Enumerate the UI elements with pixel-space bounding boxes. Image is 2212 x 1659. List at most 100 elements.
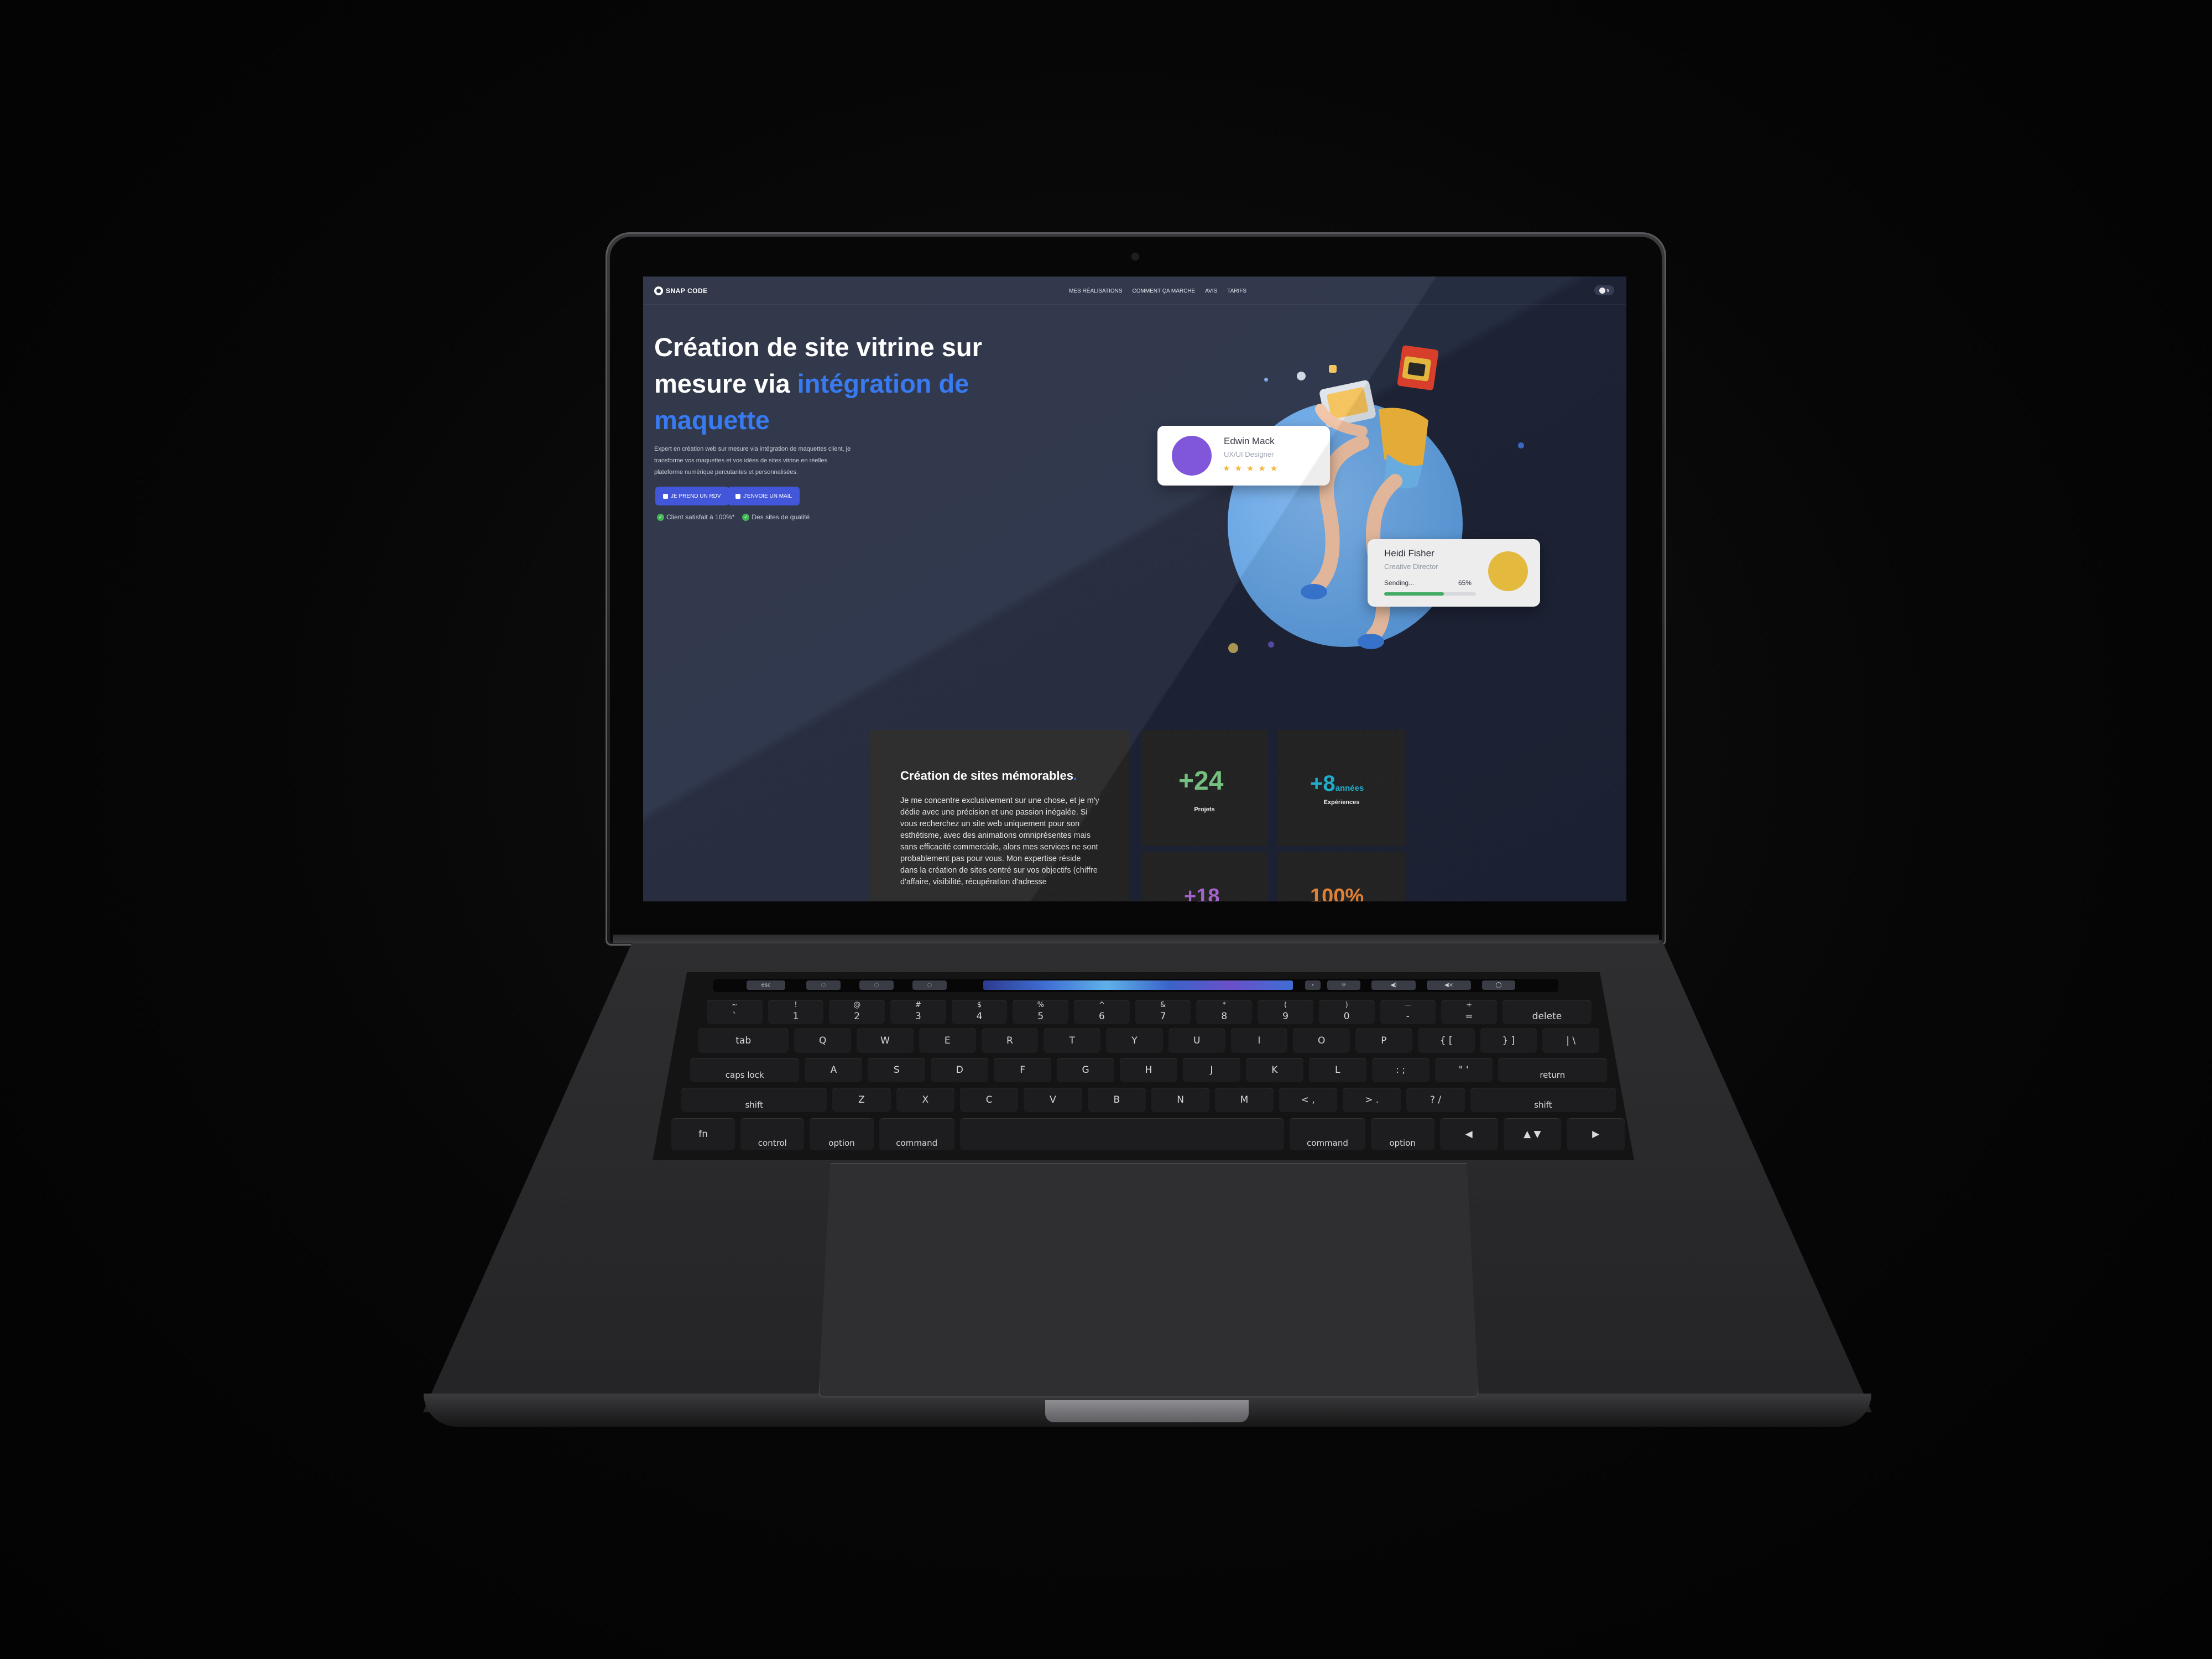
touchbar-key[interactable]: ◌ [806, 980, 841, 990]
key[interactable]: S [868, 1058, 926, 1082]
brightness-icon[interactable]: ☼ [1327, 980, 1360, 990]
siri-icon[interactable]: ◯ [1482, 980, 1515, 990]
key[interactable]: E [919, 1029, 976, 1053]
key[interactable]: % 5 [1013, 1000, 1069, 1024]
key[interactable]: (9 [1258, 1000, 1313, 1024]
touchbar-key[interactable]: ‹ [1305, 980, 1321, 990]
key-shift-label: + [1466, 1001, 1472, 1009]
key[interactable]: W [857, 1029, 914, 1053]
key[interactable]: fn [671, 1118, 735, 1150]
key-label: ` [732, 1011, 737, 1022]
key[interactable]: Y [1106, 1029, 1163, 1053]
key-shift-label: ) [1345, 1001, 1348, 1009]
key[interactable]: U [1168, 1029, 1225, 1053]
key[interactable]: ! 1 [768, 1000, 824, 1024]
key[interactable]: & 7 [1135, 1000, 1191, 1024]
key[interactable]: " ' [1434, 1058, 1493, 1082]
key[interactable]: @2 [829, 1000, 885, 1024]
key-label: 8 [1221, 1011, 1228, 1022]
key[interactable]: caps lock [690, 1058, 800, 1082]
key[interactable]: A [805, 1058, 863, 1082]
key[interactable]: N [1151, 1088, 1210, 1112]
key[interactable]: ▶ [1567, 1118, 1625, 1150]
about-title-text: Création de sites mémorables [900, 769, 1074, 782]
key[interactable]: ▲ ▼ [1503, 1118, 1562, 1150]
mute-icon[interactable]: ◀× [1427, 980, 1471, 990]
key[interactable]: #3 [890, 1000, 946, 1024]
key-label: " ' [1458, 1065, 1469, 1076]
about-title: Création de sites mémorables. [900, 769, 1077, 783]
key[interactable]: } ] [1480, 1029, 1537, 1053]
key[interactable]: shift [681, 1088, 827, 1112]
key[interactable]: ◀ [1439, 1118, 1498, 1150]
volume-icon[interactable]: ◀) [1371, 980, 1416, 990]
stat-card: +18 [1141, 852, 1268, 901]
key[interactable]: control [740, 1118, 805, 1150]
key-shift-label: — [1404, 1001, 1412, 1009]
key[interactable]: J [1182, 1058, 1240, 1082]
key[interactable]: Q [794, 1029, 852, 1053]
key[interactable]: | \ [1542, 1029, 1599, 1053]
key-label: K [1271, 1065, 1278, 1076]
key[interactable]: H [1120, 1058, 1177, 1082]
touchbar-key[interactable]: ◌ [912, 980, 947, 990]
key[interactable]: ~ ` [707, 1000, 763, 1024]
key[interactable]: L [1308, 1058, 1366, 1082]
key[interactable]: — - [1380, 1000, 1436, 1024]
key[interactable]: Z [832, 1088, 891, 1112]
key[interactable]: ? / [1406, 1088, 1465, 1112]
key[interactable]: > . [1343, 1088, 1401, 1112]
key[interactable]: return [1498, 1058, 1607, 1082]
key[interactable]: ^ 6 [1074, 1000, 1130, 1024]
key[interactable]: command [879, 1118, 954, 1150]
key[interactable]: G [1057, 1058, 1115, 1082]
key[interactable]: M [1215, 1088, 1274, 1112]
key[interactable]: V [1024, 1088, 1082, 1112]
touch-bar[interactable]: esc ◌ ◌ ◌ ‹ ☼ ◀) ◀× ◯ [713, 979, 1558, 992]
key-label: R [1006, 1035, 1013, 1046]
key[interactable]: < , [1279, 1088, 1337, 1112]
key[interactable]: : ; [1371, 1058, 1430, 1082]
progress-bar [1384, 592, 1476, 596]
key-shift-label: @ [853, 1001, 861, 1009]
key[interactable]: O [1293, 1029, 1350, 1053]
touchbar-key[interactable]: ◌ [859, 980, 894, 990]
key[interactable]: B [1087, 1088, 1146, 1112]
key-label: command [896, 1138, 938, 1148]
key[interactable]: { [ [1417, 1029, 1475, 1053]
key[interactable]: option [810, 1118, 874, 1150]
key[interactable]: delete [1502, 1000, 1592, 1024]
key[interactable]: $4 [951, 1000, 1008, 1024]
key-label: } ] [1502, 1035, 1515, 1046]
stat-value: 24 [1194, 766, 1224, 796]
progress-label: Sending... [1384, 579, 1415, 587]
key[interactable]: P [1355, 1029, 1412, 1053]
key[interactable]: option [1370, 1118, 1434, 1150]
key-label: T [1069, 1035, 1075, 1046]
stat-card: 100% [1278, 852, 1405, 901]
key[interactable]: * 8 [1196, 1000, 1253, 1024]
key[interactable]: I [1230, 1029, 1288, 1053]
touchbar-esc[interactable]: esc [747, 980, 785, 990]
key-label: 0 [1343, 1011, 1350, 1022]
key[interactable]: D [931, 1058, 989, 1082]
key[interactable]: K [1245, 1058, 1303, 1082]
trackpad[interactable] [818, 1163, 1479, 1397]
stat-label: Expériences [1323, 799, 1360, 806]
key[interactable] [959, 1118, 1285, 1150]
key-label: { [ [1439, 1035, 1453, 1046]
key[interactable]: tab [698, 1029, 789, 1053]
key[interactable]: F [994, 1058, 1052, 1082]
key-label: 2 [854, 1011, 860, 1022]
key[interactable]: ) 0 [1318, 1000, 1375, 1024]
key[interactable]: shift [1470, 1088, 1616, 1112]
star-icon: ★ [1223, 464, 1230, 473]
key[interactable]: + = [1441, 1000, 1497, 1024]
key[interactable]: command [1290, 1118, 1365, 1150]
touchbar-color-strip[interactable] [983, 980, 1293, 990]
key[interactable]: C [960, 1088, 1019, 1112]
about-text: Je me concentre exclusivement sur une ch… [900, 796, 1099, 886]
key[interactable]: X [896, 1088, 954, 1112]
key[interactable]: T [1044, 1029, 1101, 1053]
key[interactable]: R [981, 1029, 1039, 1053]
